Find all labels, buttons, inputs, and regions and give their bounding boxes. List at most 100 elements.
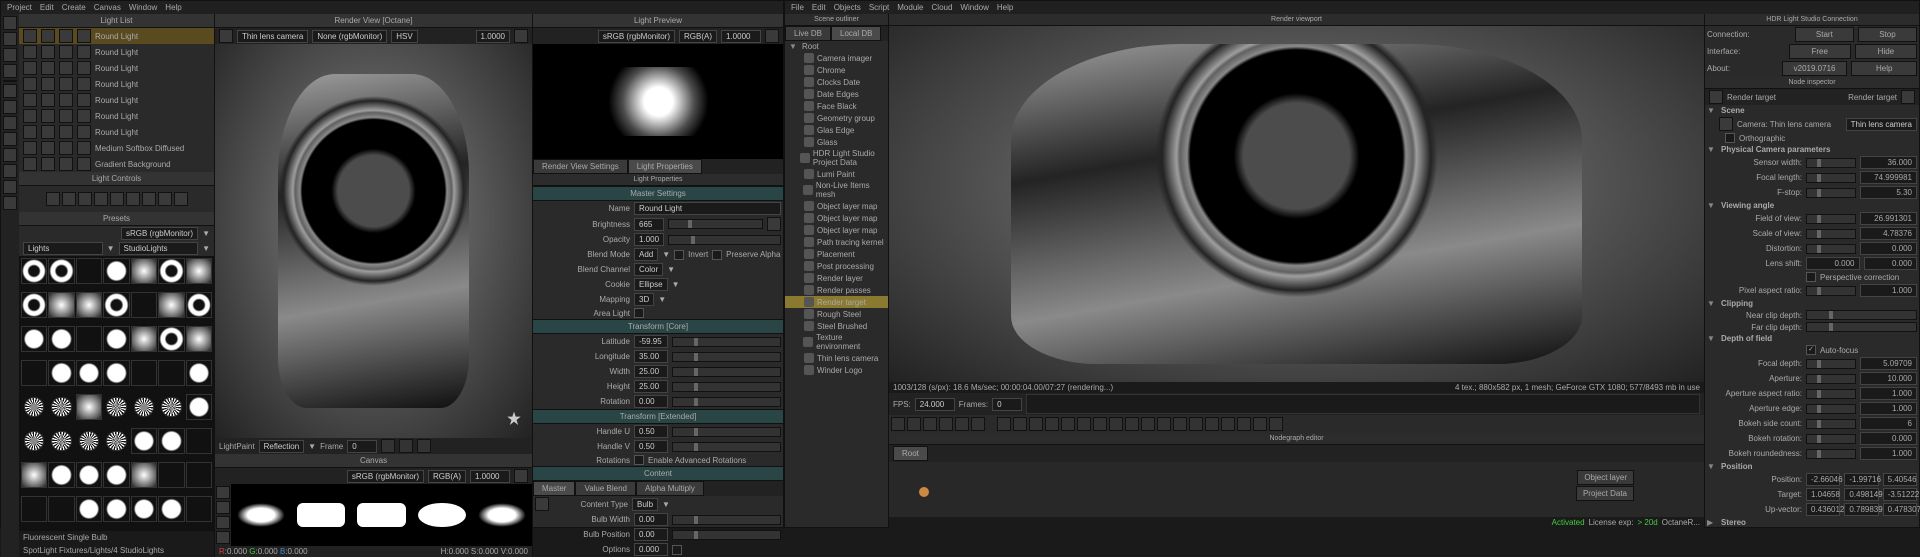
light-row[interactable]: Round Light bbox=[19, 44, 214, 60]
left-toolbar[interactable] bbox=[1, 14, 19, 557]
sov-slider[interactable] bbox=[1806, 229, 1856, 239]
xform-ext-section[interactable]: Transform [Extended] bbox=[533, 409, 783, 424]
preset-thumb[interactable] bbox=[134, 397, 154, 417]
lock-icon[interactable] bbox=[535, 497, 549, 511]
bulbp-slider[interactable] bbox=[672, 530, 781, 540]
preset-thumb[interactable] bbox=[21, 326, 47, 352]
app2-menubar[interactable]: FileEditObjectsScriptModuleCloudWindowHe… bbox=[785, 1, 1919, 14]
solo-icon[interactable] bbox=[41, 45, 55, 59]
preset-thumb[interactable] bbox=[186, 326, 212, 352]
lc-icon[interactable] bbox=[142, 192, 156, 206]
bsc-slider[interactable] bbox=[1806, 419, 1856, 429]
nodegraph-canvas[interactable]: Object layer Project Data bbox=[889, 462, 1704, 517]
lc-icon[interactable] bbox=[94, 192, 108, 206]
canvas-cs2[interactable]: RGB(A) bbox=[428, 470, 466, 483]
loop-icon[interactable] bbox=[971, 417, 985, 431]
camera-output[interactable]: Thin lens camera bbox=[1846, 118, 1917, 131]
brnd-value[interactable]: 1.000 bbox=[1860, 447, 1918, 460]
width-slider[interactable] bbox=[672, 367, 781, 377]
par-value[interactable]: 1.000 bbox=[1860, 284, 1918, 297]
camera-dropdown[interactable]: Thin lens camera bbox=[237, 30, 308, 43]
mute-icon[interactable] bbox=[59, 61, 73, 75]
preset-thumb[interactable] bbox=[21, 462, 47, 488]
mute-icon[interactable] bbox=[59, 157, 73, 171]
tb-icon[interactable] bbox=[1061, 417, 1075, 431]
render-viewport[interactable] bbox=[215, 44, 532, 438]
dof-group[interactable]: Depth of field bbox=[1721, 334, 1772, 343]
par-slider[interactable] bbox=[1806, 286, 1856, 296]
exposure-input[interactable]: 1.0000 bbox=[476, 30, 510, 43]
preset-thumb[interactable] bbox=[131, 292, 157, 318]
solo-icon[interactable] bbox=[41, 157, 55, 171]
free-button[interactable]: Free bbox=[1789, 44, 1851, 59]
arealight-checkbox[interactable] bbox=[634, 308, 644, 318]
mute-icon[interactable] bbox=[59, 125, 73, 139]
preset-thumb[interactable] bbox=[131, 462, 157, 488]
preset-thumb[interactable] bbox=[21, 496, 47, 522]
near-slider[interactable] bbox=[1806, 310, 1917, 320]
frames-input[interactable]: 0 bbox=[992, 398, 1022, 411]
tree-item[interactable]: Texture environment bbox=[785, 332, 888, 352]
tree-item[interactable]: Post processing bbox=[785, 260, 888, 272]
tb-icon[interactable] bbox=[1029, 417, 1043, 431]
tb-icon[interactable] bbox=[1269, 417, 1283, 431]
lens-y[interactable]: 0.000 bbox=[1864, 257, 1918, 270]
lon-slider[interactable] bbox=[672, 352, 781, 362]
tree-item[interactable]: Glas Edge bbox=[785, 124, 888, 136]
tab-localdb[interactable]: Local DB bbox=[831, 26, 881, 41]
vis-icon[interactable] bbox=[23, 157, 37, 171]
vis-icon[interactable] bbox=[23, 77, 37, 91]
sensor-slider[interactable] bbox=[1806, 158, 1856, 168]
tb-icon[interactable] bbox=[1093, 417, 1107, 431]
ap-slider[interactable] bbox=[1806, 374, 1856, 384]
ap-value[interactable]: 10.000 bbox=[1860, 372, 1918, 385]
fstop-slider[interactable] bbox=[1806, 188, 1856, 198]
vis-icon[interactable] bbox=[23, 45, 37, 59]
cookie-dropdown[interactable]: Ellipse bbox=[634, 278, 668, 291]
sov-value[interactable]: 4.78376 bbox=[1860, 227, 1918, 240]
canvas-val[interactable]: 1.0000 bbox=[470, 470, 510, 483]
preset-thumb[interactable] bbox=[131, 360, 157, 386]
preset-thumb[interactable] bbox=[161, 397, 181, 417]
lc-icon[interactable] bbox=[62, 192, 76, 206]
scene-group[interactable]: Scene bbox=[1721, 106, 1745, 115]
brightness-slider[interactable] bbox=[668, 219, 763, 229]
rot-input[interactable]: 0.00 bbox=[634, 395, 668, 408]
preset-thumb[interactable] bbox=[158, 496, 184, 522]
solo-icon[interactable] bbox=[41, 29, 55, 43]
hu-slider[interactable] bbox=[672, 427, 781, 437]
tree-item[interactable]: Chrome bbox=[785, 64, 888, 76]
tb-icon[interactable] bbox=[1205, 417, 1219, 431]
preset-thumb[interactable] bbox=[103, 360, 129, 386]
tb-icon[interactable] bbox=[1141, 417, 1155, 431]
preset-thumb[interactable] bbox=[21, 360, 47, 386]
pos-y[interactable]: -1.99716 bbox=[1844, 473, 1878, 486]
tree-item[interactable]: Object layer map bbox=[785, 200, 888, 212]
solo-icon[interactable] bbox=[41, 141, 55, 155]
fstop-value[interactable]: 5.30 bbox=[1860, 186, 1918, 199]
preset-thumb[interactable] bbox=[76, 394, 102, 420]
preset-thumb[interactable] bbox=[103, 326, 129, 352]
lat-slider[interactable] bbox=[672, 337, 781, 347]
preset-thumb[interactable] bbox=[48, 326, 74, 352]
hu-input[interactable]: 0.50 bbox=[634, 425, 668, 438]
opacity-slider[interactable] bbox=[668, 235, 781, 245]
apedge-value[interactable]: 1.000 bbox=[1860, 402, 1918, 415]
stop-button[interactable]: Stop bbox=[1858, 27, 1917, 42]
light-row[interactable]: Round Light bbox=[19, 28, 214, 44]
preset-thumb[interactable] bbox=[48, 258, 74, 284]
apar-slider[interactable] bbox=[1806, 389, 1856, 399]
preset-thumb[interactable] bbox=[186, 428, 212, 454]
version-button[interactable]: v2019.0716 bbox=[1782, 61, 1848, 76]
fd-value[interactable]: 5.09709 bbox=[1860, 357, 1918, 370]
solo-icon[interactable] bbox=[41, 77, 55, 91]
pin-icon[interactable] bbox=[1901, 90, 1915, 104]
tb-icon[interactable] bbox=[1253, 417, 1267, 431]
content-type-dropdown[interactable]: Bulb bbox=[632, 498, 658, 511]
mute-icon[interactable] bbox=[59, 141, 73, 155]
preset-thumb[interactable] bbox=[76, 292, 102, 318]
graph-node[interactable]: Project Data bbox=[1576, 486, 1634, 501]
tree-item[interactable]: Render layer bbox=[785, 272, 888, 284]
play-icon[interactable] bbox=[923, 417, 937, 431]
blend-dropdown[interactable]: Add bbox=[634, 248, 658, 261]
